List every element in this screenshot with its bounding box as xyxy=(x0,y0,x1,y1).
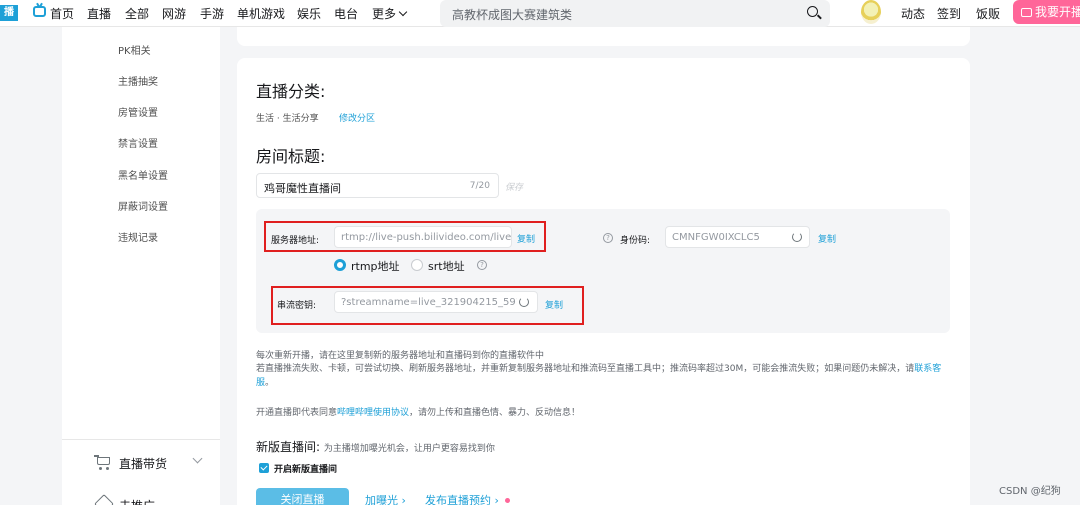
contact-support-link[interactable]: 联 xyxy=(914,364,923,374)
srt-radio-label[interactable]: srt地址 xyxy=(428,258,465,274)
id-code-label: 身份码: xyxy=(620,236,651,246)
notification-dot xyxy=(505,498,510,503)
sidebar-item-room-admin[interactable]: 房管设置 xyxy=(118,104,158,119)
start-stream-button[interactable]: 我要开播 xyxy=(1013,0,1080,24)
sidebar-item-promote[interactable]: 去推广 xyxy=(119,497,155,505)
enable-new-live-checkbox[interactable] xyxy=(259,463,269,473)
note-copy-instruction: 每次重新开播，请在这里复制新的服务器地址和直播码到你的直播软件中 xyxy=(256,351,545,361)
srt-radio[interactable] xyxy=(411,259,423,271)
copy-id-button[interactable]: 复制 xyxy=(818,232,836,245)
note-end: 。 xyxy=(265,378,275,388)
sidebar: PK相关 主播抽奖 房管设置 禁言设置 黑名单设置 屏蔽词设置 违规记录 直播带… xyxy=(62,27,220,505)
note-troubleshoot: 若直播推流失败、卡顿，可尝试切换、刷新服务器地址，并重新复制服务器地址和推流码至… xyxy=(256,362,950,390)
room-title-value: 鸡哥魔性直播间 xyxy=(264,182,341,195)
agreement-suffix: ，请勿上传和直播色情、暴力、反动信息！ xyxy=(409,408,581,418)
room-title-counter: 7/20 xyxy=(469,181,490,191)
rtmp-radio-label[interactable]: rtmp地址 xyxy=(351,258,400,274)
sidebar-item-live-shop[interactable]: 直播带货 xyxy=(119,455,167,472)
chevron-down-icon[interactable] xyxy=(192,453,203,464)
nav-more-label: 更多 xyxy=(372,7,397,21)
refresh-icon[interactable] xyxy=(792,232,802,242)
nav-item-home[interactable]: 首页 xyxy=(50,5,74,22)
highlight-box-server xyxy=(264,221,546,252)
new-live-heading: 新版直播间: 为主播增加曝光机会，让用户更容易找到你 xyxy=(256,438,495,455)
top-navbar: 播 首页 直播 全部 网游 手游 单机游戏 娱乐 电台 更多 高教杯成图大赛建筑… xyxy=(0,0,1080,27)
avatar[interactable] xyxy=(861,0,881,24)
help-icon[interactable]: ? xyxy=(477,260,487,270)
nav-item-entertainment[interactable]: 娱乐 xyxy=(297,5,321,22)
agreement-link[interactable]: 哔哩哔哩使用协议 xyxy=(337,408,409,418)
highlight-box-stream-key xyxy=(271,286,584,325)
search-icon[interactable] xyxy=(807,6,818,17)
search-placeholder: 高教杯成图大赛建筑类 xyxy=(452,8,573,22)
site-logo[interactable]: 播 xyxy=(0,5,18,21)
nav-item-mobile-games[interactable]: 手游 xyxy=(200,5,224,22)
publish-schedule-label: 发布直播预约 xyxy=(425,494,491,505)
nav-checkin-link[interactable]: 签到 xyxy=(937,5,961,22)
id-code-field[interactable]: CMNFGW0IXCLC5 xyxy=(665,226,810,248)
nav-item-all[interactable]: 全部 xyxy=(125,5,149,22)
tv-home-icon[interactable] xyxy=(33,6,46,17)
note-troubleshoot-text: 若直播推流失败、卡顿，可尝试切换、刷新服务器地址，并重新复制服务器地址和推流码至… xyxy=(256,364,915,374)
search-bar[interactable]: 高教杯成图大赛建筑类 xyxy=(440,0,830,27)
close-live-button[interactable]: 关闭直播 xyxy=(256,488,349,505)
sidebar-item-blocked-words[interactable]: 屏蔽词设置 xyxy=(118,198,168,213)
id-code-value: CMNFGW0IXCLC5 xyxy=(672,232,760,243)
stream-config-panel: 服务器地址: rtmp://live-push.bilivideo.com/li… xyxy=(256,209,950,333)
new-live-label: 新版直播间: xyxy=(256,440,321,454)
chevron-down-icon xyxy=(398,7,408,17)
nav-fanfan-link[interactable]: 饭贩 xyxy=(976,5,1000,22)
help-icon[interactable]: ? xyxy=(603,233,613,243)
category-heading: 直播分类: xyxy=(256,82,326,101)
previous-card xyxy=(237,27,970,46)
category-value: 生活 · 生活分享 xyxy=(256,114,319,124)
sidebar-item-violations[interactable]: 违规记录 xyxy=(118,229,158,244)
sidebar-item-blacklist[interactable]: 黑名单设置 xyxy=(118,167,168,182)
promote-icon xyxy=(94,494,114,505)
sidebar-item-pk[interactable]: PK相关 xyxy=(118,42,151,57)
agreement-prefix: 开通直播即代表同意 xyxy=(256,408,338,418)
enable-new-live-label[interactable]: 开启新版直播间 xyxy=(274,462,337,475)
save-button[interactable]: 保存 xyxy=(505,180,523,193)
room-title-input[interactable]: 鸡哥魔性直播间 7/20 xyxy=(256,173,499,198)
nav-dynamic-link[interactable]: 动态 xyxy=(901,5,925,22)
nav-item-radio[interactable]: 电台 xyxy=(334,5,358,22)
rtmp-radio[interactable] xyxy=(334,259,346,271)
sidebar-item-lottery[interactable]: 主播抽奖 xyxy=(118,73,158,88)
sidebar-item-mute[interactable]: 禁言设置 xyxy=(118,135,158,150)
start-stream-label: 我要开播 xyxy=(1035,5,1080,19)
shopping-cart-icon xyxy=(94,455,112,470)
nav-item-live[interactable]: 直播 xyxy=(87,5,111,22)
nav-item-more[interactable]: 更多 xyxy=(372,5,408,22)
agreement-text: 开通直播即代表同意哔哩哔哩使用协议，请勿上传和直播色情、暴力、反动信息！ xyxy=(256,405,580,418)
nav-item-single-games[interactable]: 单机游戏 xyxy=(237,5,285,22)
watermark: CSDN @纪狗 xyxy=(999,486,1061,497)
modify-category-link[interactable]: 修改分区 xyxy=(339,111,375,124)
new-live-desc: 为主播增加曝光机会，让用户更容易找到你 xyxy=(323,444,495,454)
publish-schedule-link[interactable]: 发布直播预约 › xyxy=(425,492,499,505)
camera-icon xyxy=(1021,8,1032,17)
sidebar-divider xyxy=(62,439,220,440)
live-settings-card: 直播分类: 生活 · 生活分享 修改分区 房间标题: 鸡哥魔性直播间 7/20 … xyxy=(237,58,970,505)
nav-item-online-games[interactable]: 网游 xyxy=(162,5,186,22)
room-title-heading: 房间标题: xyxy=(256,147,326,166)
boost-label: 加曝光 xyxy=(365,494,398,505)
boost-exposure-link[interactable]: 加曝光 › xyxy=(365,492,406,505)
